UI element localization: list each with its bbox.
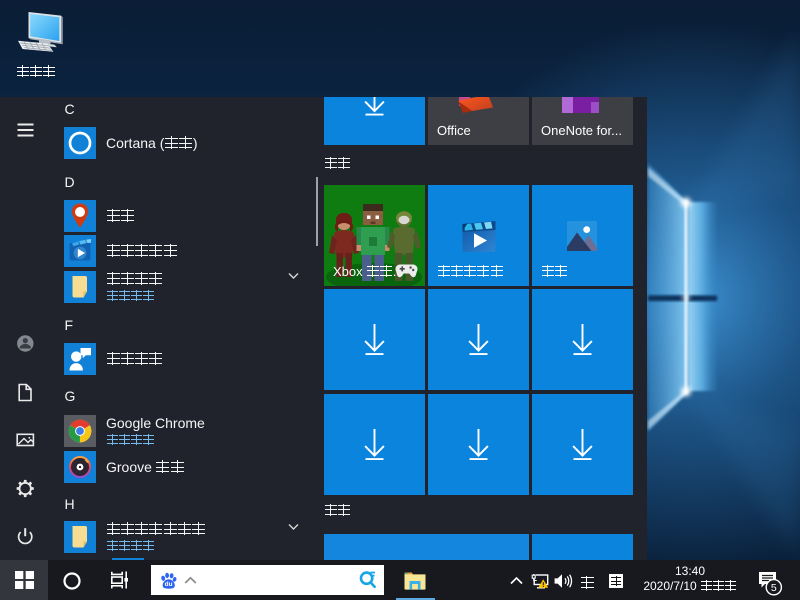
svg-text:5: 5 xyxy=(771,582,777,594)
svg-text:du: du xyxy=(165,580,173,587)
